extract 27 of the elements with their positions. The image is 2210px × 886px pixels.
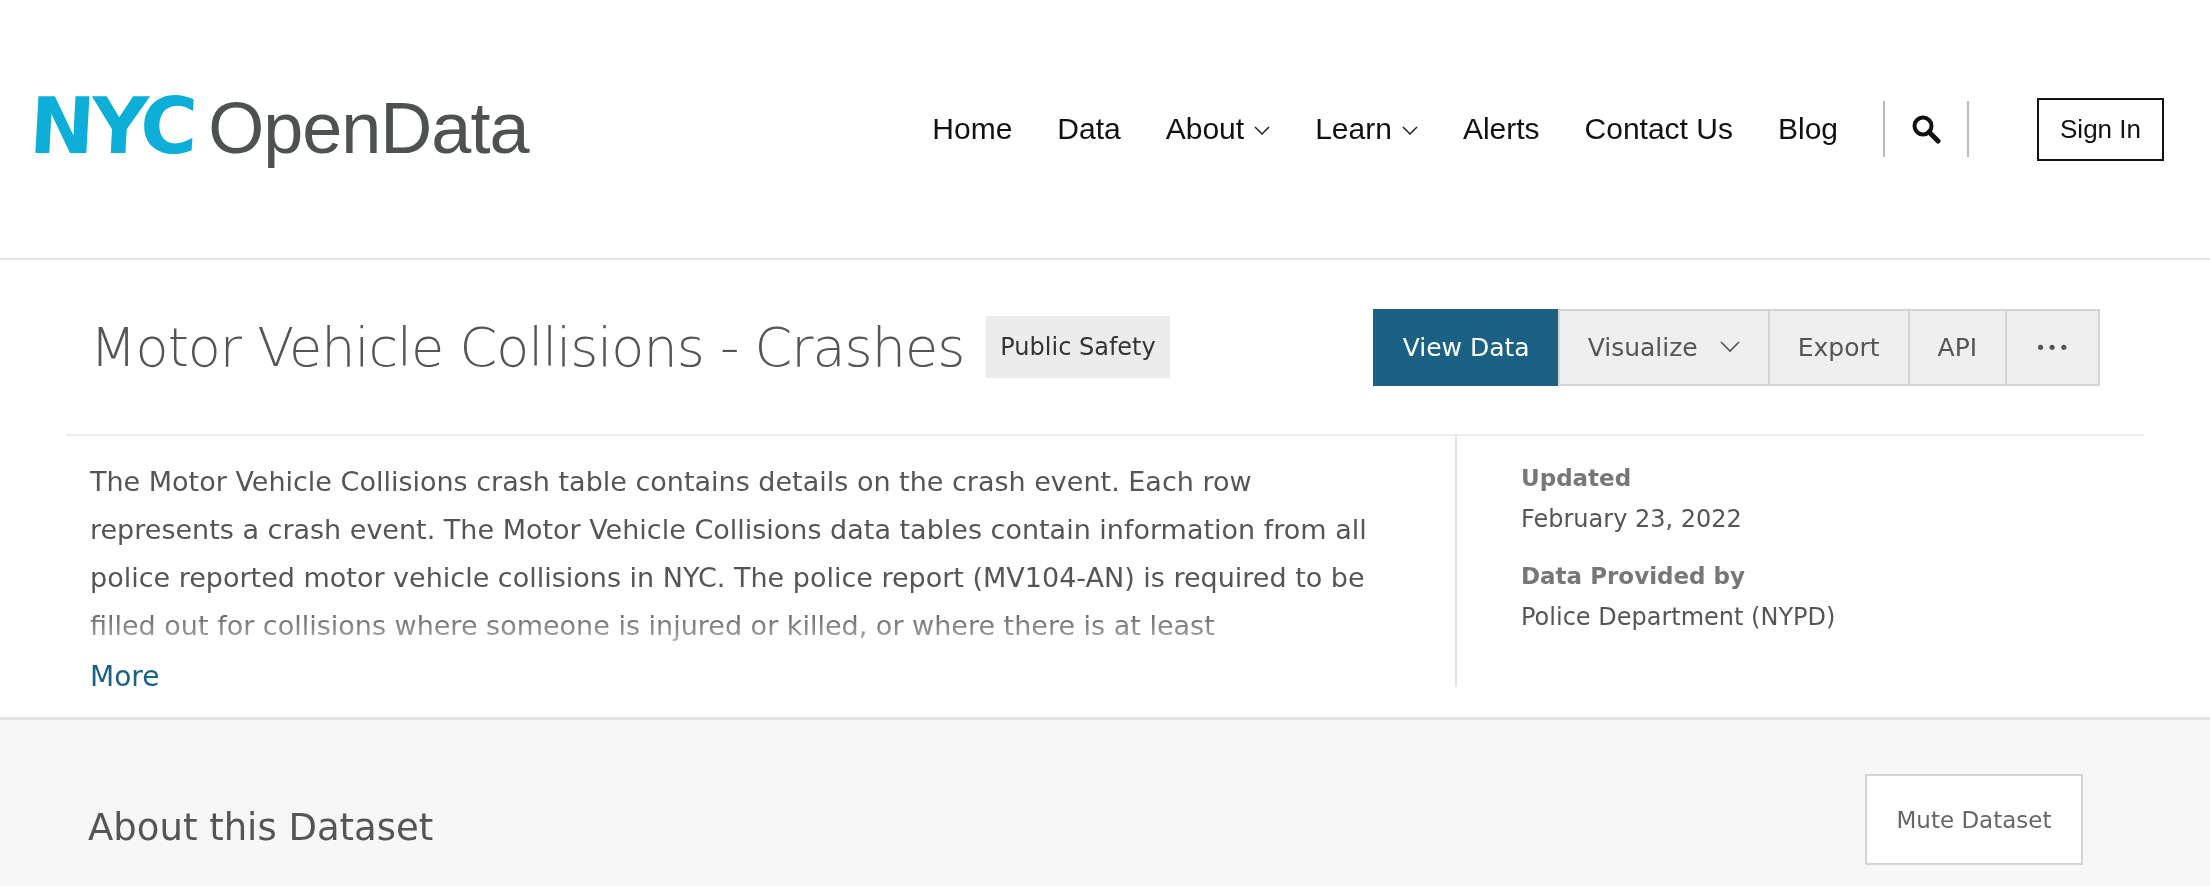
chevron-down-icon [1401, 126, 1418, 136]
nav-link[interactable]: Blog [1777, 112, 1838, 146]
meta-label: Data Provided by [1521, 562, 1746, 591]
section-heading: About this Dataset [88, 806, 434, 849]
sign-in-button[interactable]: Sign In [2037, 97, 2164, 161]
nav-link[interactable]: About [1165, 112, 1271, 146]
mute-dataset-button[interactable]: Mute Dataset [1865, 774, 2083, 865]
dataset-description: The Motor Vehicle Collisions crash table contains details on the crash event. Each row represents a crash event. The Motor Vehicle Collisions data tables contain information from all police reported motor vehicle collisions in NYC. The police report (MV104-AN) is required to be filled out for collisions where someone is injured or killed, or where there is at least [90, 465, 1368, 643]
nav-link[interactable]: Alerts [1462, 112, 1540, 146]
chevron-down-icon [1254, 126, 1271, 136]
chevron-down-icon [1719, 341, 1740, 353]
search-icon[interactable] [1911, 114, 1941, 144]
meta-value: Police Department (NYPD) [1521, 602, 1836, 633]
nav-link[interactable]: Learn [1315, 112, 1418, 146]
more-button[interactable]: ••• [2005, 308, 2100, 386]
nav-link[interactable]: Data [1057, 112, 1121, 146]
meta-label: Updated [1521, 464, 1633, 493]
nav-link[interactable]: Contact Us [1584, 112, 1733, 146]
nav-link[interactable]: Home [932, 112, 1013, 146]
action-button[interactable]: Visualize [1557, 308, 1770, 386]
action-button[interactable]: View Data [1372, 308, 1560, 386]
meta-value: February 23, 2022 [1521, 504, 1743, 535]
dataset-title: Motor Vehicle Collisions - Crashes [90, 315, 965, 379]
action-button[interactable]: Export [1767, 308, 1910, 386]
category-tag[interactable]: Public Safety [986, 316, 1170, 378]
more-link[interactable]: More [90, 660, 160, 693]
action-button[interactable]: API [1907, 308, 2008, 386]
